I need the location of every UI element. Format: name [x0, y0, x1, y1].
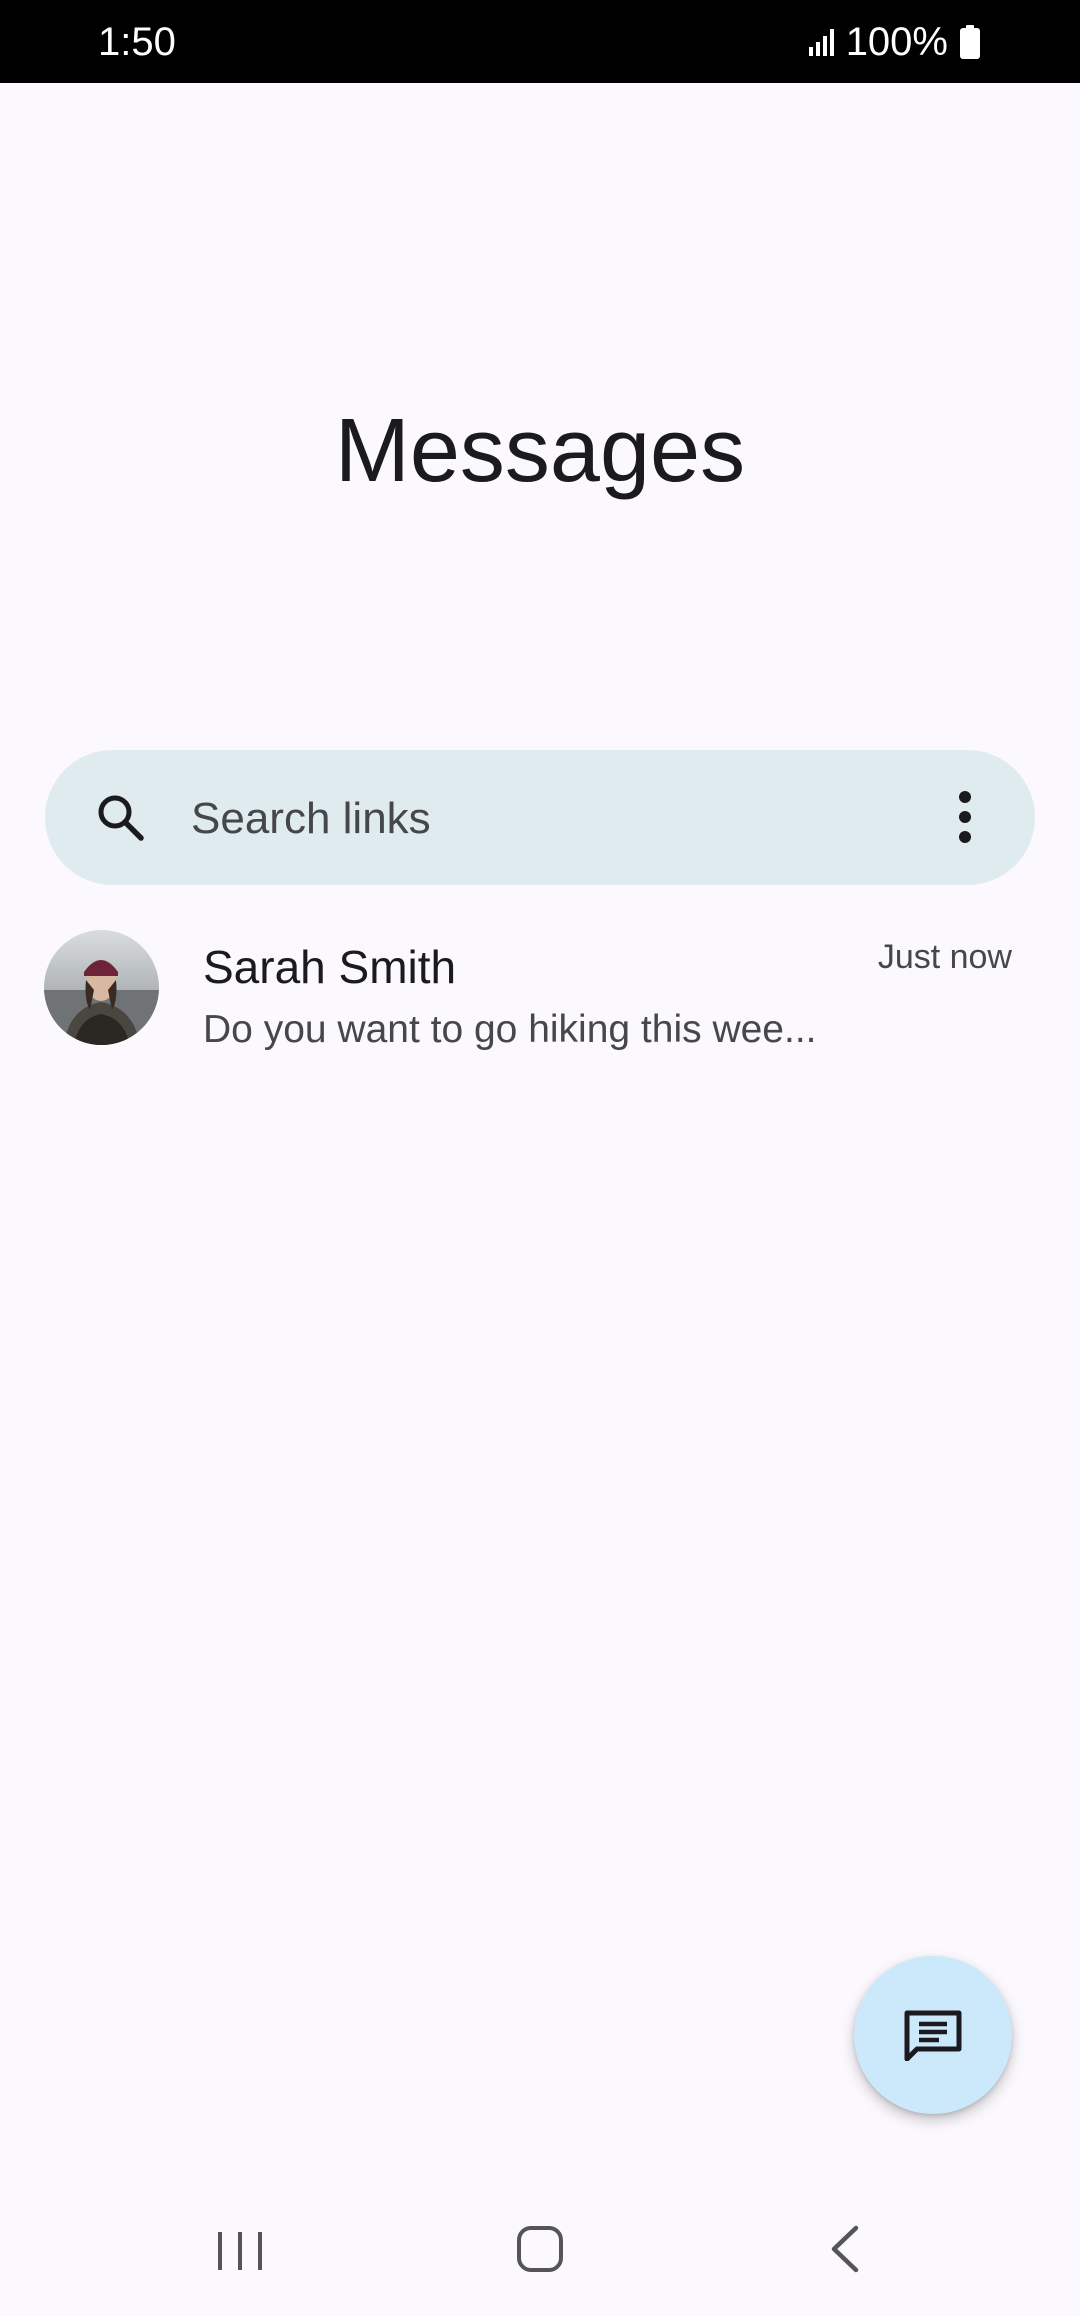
signal-icon [808, 29, 834, 56]
recents-icon[interactable] [210, 2226, 270, 2276]
more-options-button[interactable] [925, 777, 1005, 857]
start-chat-button[interactable] [854, 1956, 1012, 2114]
more-vert-icon [959, 791, 971, 843]
message-timestamp: Just now [877, 938, 1012, 976]
navigation-bar [0, 2196, 1080, 2316]
home-icon[interactable] [515, 2222, 565, 2276]
battery-icon [960, 25, 980, 59]
avatar-photo [44, 930, 159, 1045]
message-preview: Do you want to go hiking this wee... [203, 1008, 817, 1051]
status-bar: 1:50 100% [0, 0, 1080, 83]
page-title: Messages [334, 401, 746, 501]
status-indicators: 100% [808, 20, 980, 64]
search-bar[interactable]: Search links [45, 750, 1035, 885]
compose-message-icon [904, 2010, 962, 2061]
contact-name: Sarah Smith [203, 941, 457, 993]
search-icon [98, 795, 144, 841]
battery-percentage: 100% [845, 19, 948, 64]
conversation-item[interactable]: Sarah Smith Just now Do you want to go h… [0, 920, 1080, 1060]
avatar[interactable] [44, 930, 159, 1045]
status-time: 1:50 [98, 20, 176, 64]
back-icon[interactable] [826, 2222, 862, 2276]
search-placeholder[interactable]: Search links [191, 794, 431, 844]
